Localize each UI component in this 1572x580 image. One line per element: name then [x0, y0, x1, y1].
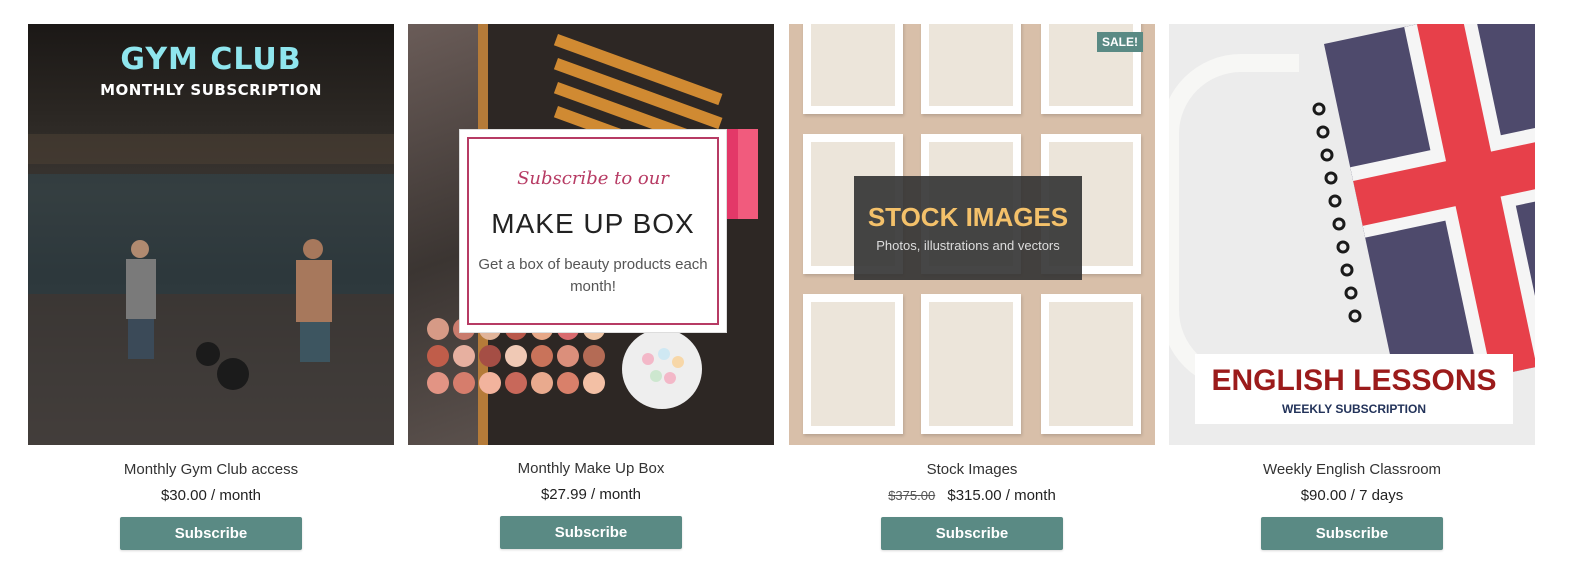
art-frame — [803, 24, 903, 114]
product-title[interactable]: Monthly Gym Club access — [28, 461, 394, 478]
promo-headline: MAKE UP BOX — [491, 208, 695, 239]
product-image-english[interactable]: ENGLISH LESSONS WEEKLY SUBSCRIPTION — [1169, 24, 1535, 445]
subscribe-button[interactable]: Subscribe — [500, 516, 682, 549]
art-piece — [1049, 302, 1133, 426]
subscribe-button[interactable]: Subscribe — [881, 517, 1063, 550]
art-piece — [929, 302, 1013, 426]
stock-images-banner: STOCK IMAGES Photos, illustrations and v… — [854, 176, 1082, 280]
gym-scene-illustration — [28, 134, 394, 445]
product-title[interactable]: Weekly English Classroom — [1169, 461, 1535, 478]
art-piece — [811, 302, 895, 426]
subscribe-button[interactable]: Subscribe — [1261, 517, 1443, 550]
product-image-gym[interactable]: GYM CLUB MONTHLY SUBSCRIPTION — [28, 24, 394, 445]
art-frame — [921, 294, 1021, 434]
subscribe-button[interactable]: Subscribe — [120, 517, 302, 550]
product-price-container: $375.00 $315.00 / month — [789, 487, 1155, 504]
product-title[interactable]: Monthly Make Up Box — [408, 460, 774, 477]
english-lessons-label: ENGLISH LESSONS WEEKLY SUBSCRIPTION — [1195, 354, 1513, 424]
english-label-subheadline: WEEKLY SUBSCRIPTION — [1281, 402, 1427, 416]
english-label-headline: ENGLISH LESSONS — [1211, 364, 1497, 397]
sale-badge: SALE! — [1097, 32, 1143, 52]
stock-banner-subheadline: Photos, illustrations and vectors — [876, 238, 1060, 253]
product-image-stock[interactable]: STOCK IMAGES Photos, illustrations and v… — [789, 24, 1155, 445]
art-piece — [929, 24, 1013, 106]
stock-banner-headline: STOCK IMAGES — [867, 202, 1069, 232]
product-price: $30.00 / month — [160, 487, 262, 504]
promo-subheadline: Get a box of beauty products each month! — [478, 256, 708, 295]
product-title[interactable]: Stock Images — [789, 461, 1155, 478]
art-frame — [1041, 294, 1141, 434]
promo-script-text: Subscribe to our — [517, 168, 669, 189]
art-piece — [811, 24, 895, 106]
makeup-promo-card: Subscribe to our MAKE UP BOX Get a box o… — [460, 130, 726, 332]
art-frame — [921, 24, 1021, 114]
original-price: $375.00 — [888, 488, 936, 503]
product-price: $315.00 / month — [947, 487, 1056, 504]
product-image-makeup[interactable]: Subscribe to our MAKE UP BOX Get a box o… — [408, 24, 774, 445]
product-price: $90.00 / 7 days — [1300, 487, 1404, 504]
product-price: $27.99 / month — [540, 486, 642, 503]
art-frame — [803, 294, 903, 434]
